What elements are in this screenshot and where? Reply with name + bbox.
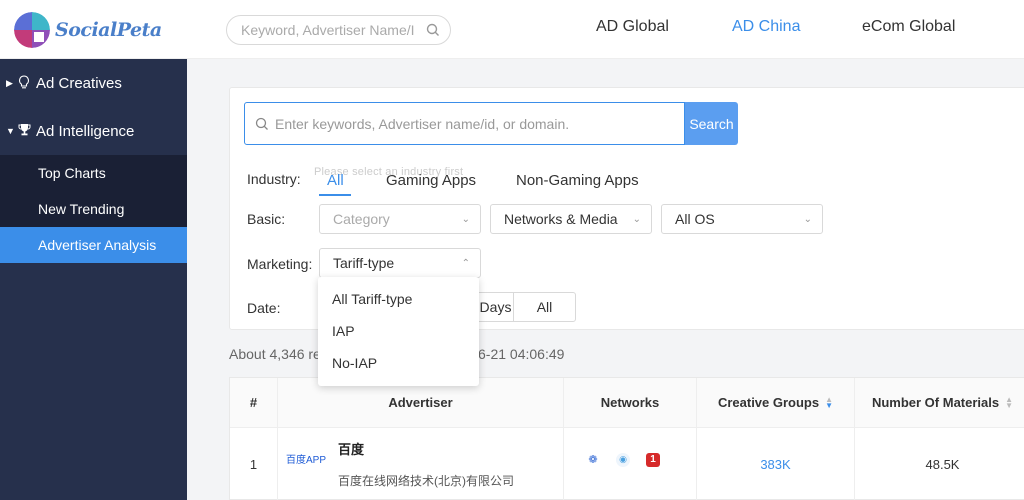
os-select[interactable]: All OS ⌄: [661, 204, 823, 234]
os-select-value: All OS: [675, 211, 715, 227]
paw-icon: ❁: [588, 454, 598, 466]
brand-name: SocialPeta: [55, 19, 162, 41]
chevron-down-icon: ⌄: [632, 213, 641, 225]
tariff-type-select-value: Tariff-type: [333, 255, 395, 271]
category-select[interactable]: Category ⌄: [319, 204, 481, 234]
sidebar-item-advertiser-analysis[interactable]: Advertiser Analysis: [0, 227, 187, 263]
result-count: About 4,346 re: [229, 346, 321, 362]
caret-right-icon: ▶: [6, 77, 13, 88]
advertiser-table: # Advertiser Networks Creative Groups ▲ ▼…: [229, 377, 1024, 500]
search-button[interactable]: Search: [685, 102, 738, 145]
nav-ad-global[interactable]: AD Global: [596, 18, 669, 36]
signal-icon: ◉: [616, 452, 630, 467]
sidebar-group-ad-intelligence[interactable]: ▼ Ad Intelligence: [0, 107, 187, 155]
sidebar-item-new-trending[interactable]: New Trending: [0, 191, 187, 227]
networks-media-select[interactable]: Networks & Media ⌄: [490, 204, 652, 234]
industry-option-all[interactable]: All: [327, 172, 344, 189]
advertiser-logo: 百度APP: [286, 455, 327, 466]
col-header-networks: Networks: [564, 378, 697, 428]
creative-groups-value[interactable]: 383K: [697, 428, 855, 500]
chevron-down-icon: ⌄: [803, 213, 812, 225]
marketing-label: Marketing:: [247, 256, 313, 272]
sidebar-group-ad-creatives[interactable]: ▶ Ad Creatives: [0, 59, 187, 107]
logo[interactable]: SocialPeta: [14, 11, 174, 49]
keyword-search-input[interactable]: [275, 115, 675, 132]
top-search-input[interactable]: [241, 22, 426, 38]
date-label: Date:: [247, 300, 281, 316]
industry-option-non-gaming[interactable]: Non-Gaming Apps: [516, 172, 639, 189]
lightbulb-icon: [18, 74, 36, 92]
col-header-rank: #: [230, 378, 278, 428]
nav-ad-china[interactable]: AD China: [732, 18, 800, 36]
sidebar-item-top-charts[interactable]: Top Charts: [0, 155, 187, 191]
industry-label: Industry:: [247, 171, 301, 187]
sort-icon[interactable]: ▲ ▼: [1005, 395, 1013, 409]
dropdown-option-iap[interactable]: IAP: [318, 315, 479, 347]
date-option-all[interactable]: All: [513, 292, 576, 322]
nav-ecom-global[interactable]: eCom Global: [862, 18, 955, 36]
search-icon: [255, 117, 268, 130]
advertiser-company: 百度在线网络技术(北京)有限公司: [338, 473, 514, 488]
sidebar-submenu: Top Charts New Trending Advertiser Analy…: [0, 155, 187, 263]
search-icon[interactable]: [426, 23, 440, 37]
trophy-icon: [18, 123, 36, 139]
advertiser-info: 百度 百度在线网络技术(北京)有限公司: [338, 439, 514, 489]
col-header-label: Number Of Materials: [871, 395, 1000, 410]
col-header-materials[interactable]: Number Of Materials ▲ ▼: [855, 378, 1024, 428]
chevron-up-icon: ⌃: [461, 257, 470, 269]
advertiser-cell[interactable]: 百度APP 百度 百度在线网络技术(北京)有限公司: [278, 428, 564, 500]
logo-icon: [14, 12, 50, 48]
category-select-value: Category: [333, 211, 390, 227]
number-one-icon: 1: [646, 452, 660, 467]
tariff-type-select[interactable]: Tariff-type ⌃: [319, 248, 481, 278]
basic-label: Basic:: [247, 211, 286, 227]
sidebar: ▶ Ad Creatives ▼ Ad Intelligence Top Cha…: [0, 59, 187, 500]
sort-icon[interactable]: ▲ ▼: [825, 395, 833, 409]
col-header-label: Creative Groups: [717, 395, 820, 410]
networks-cell: ❁ ◉ 1: [564, 428, 697, 500]
tariff-type-dropdown: All Tariff-type IAP No-IAP: [318, 277, 479, 386]
industry-option-gaming[interactable]: Gaming Apps: [386, 172, 476, 189]
networks-media-select-value: Networks & Media: [504, 211, 618, 227]
caret-down-icon: ▼: [6, 126, 15, 136]
chevron-down-icon: ⌄: [461, 213, 470, 225]
industry-active-underline: [319, 194, 351, 196]
row-rank: 1: [230, 428, 278, 500]
date-option-days[interactable]: Days: [476, 292, 514, 322]
update-time: 6-21 04:06:49: [478, 346, 565, 362]
dropdown-option-all-tariff[interactable]: All Tariff-type: [318, 283, 479, 315]
sidebar-group-label: Ad Creatives: [36, 74, 122, 92]
dropdown-option-no-iap[interactable]: No-IAP: [318, 347, 479, 379]
col-header-creative-groups[interactable]: Creative Groups ▲ ▼: [697, 378, 855, 428]
advertiser-name[interactable]: 百度: [338, 439, 514, 458]
sidebar-group-label: Ad Intelligence: [36, 122, 135, 140]
top-search[interactable]: [226, 15, 451, 45]
top-bar: SocialPeta AD Global AD China eCom Globa…: [0, 0, 1024, 59]
keyword-search[interactable]: [244, 102, 685, 145]
materials-value: 48.5K: [925, 457, 960, 472]
